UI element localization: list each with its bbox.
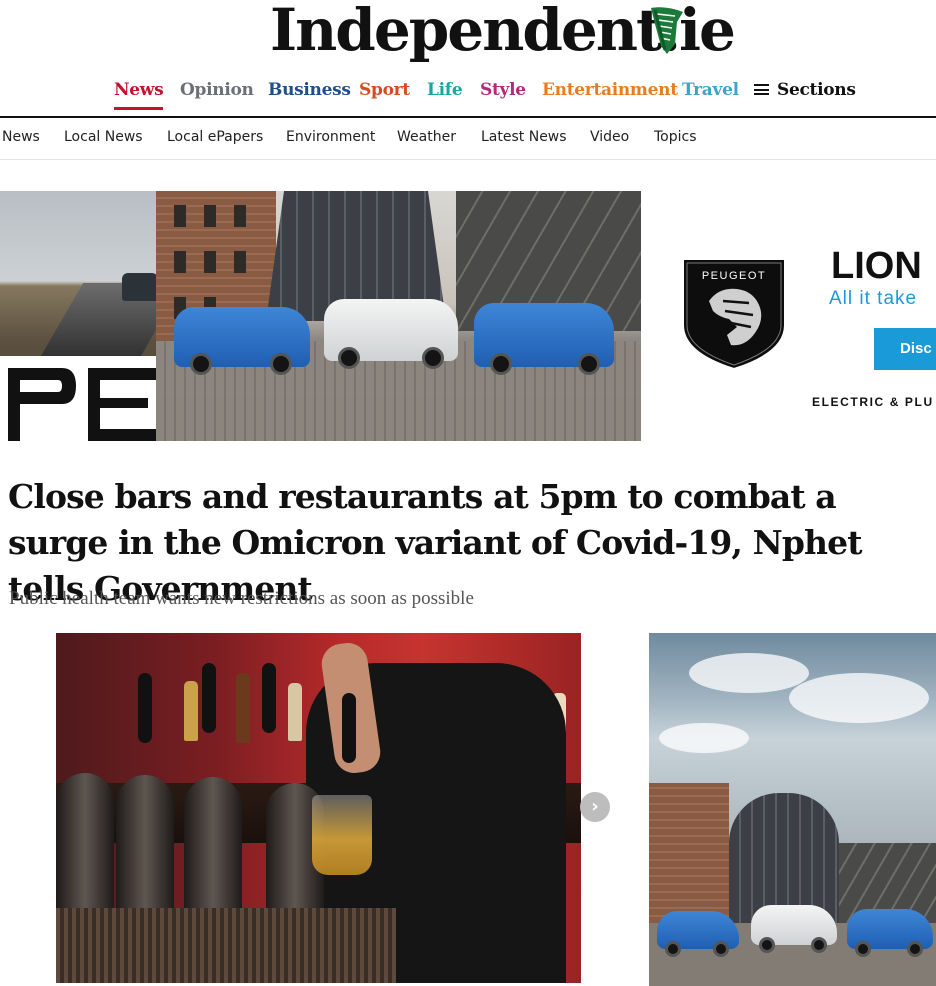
hamburger-icon — [754, 84, 769, 95]
secondary-nav: News Local News Local ePapers Environmen… — [0, 120, 936, 160]
chevron-right-icon[interactable]: › — [580, 792, 610, 822]
ad-discover-button[interactable]: Disc — [874, 328, 936, 370]
ad-banner[interactable]: PEUGEOT LION All it take Disc ELECTRIC &… — [0, 191, 936, 441]
nav-travel[interactable]: Travel — [682, 80, 739, 100]
harp-icon — [651, 7, 683, 55]
article-lead-image[interactable] — [56, 633, 581, 983]
masthead: Independent.ie — [0, 0, 936, 70]
side-ad[interactable] — [649, 633, 936, 986]
sections-label: Sections — [777, 80, 856, 100]
ad-big-letters — [0, 356, 156, 441]
subnav-latest-news[interactable]: Latest News — [481, 129, 567, 145]
nav-life[interactable]: Life — [427, 80, 463, 100]
nav-entertainment[interactable]: Entertainment — [542, 80, 678, 100]
subnav-environment[interactable]: Environment — [286, 129, 375, 145]
ad-tagline: ELECTRIC & PLU — [812, 395, 934, 409]
subnav-local-news[interactable]: Local News — [64, 129, 143, 145]
ad-title: LION — [831, 245, 922, 287]
subnav-video[interactable]: Video — [590, 129, 629, 145]
nav-sport[interactable]: Sport — [359, 80, 410, 100]
nav-news[interactable]: News — [114, 80, 164, 110]
ad-road-image — [0, 191, 156, 441]
subnav-weather[interactable]: Weather — [397, 129, 456, 145]
article-standfirst: Public health team wants new restriction… — [9, 588, 474, 609]
subnav-news[interactable]: News — [2, 129, 40, 145]
ad-showroom-image — [156, 191, 641, 441]
subnav-local-epapers[interactable]: Local ePapers — [167, 129, 263, 145]
sections-menu-button[interactable]: Sections — [754, 80, 856, 100]
primary-nav: News Opinion Business Sport Life Style E… — [0, 72, 936, 118]
peugeot-lion-logo: PEUGEOT — [682, 258, 786, 371]
subnav-topics[interactable]: Topics — [654, 129, 697, 145]
nav-business[interactable]: Business — [268, 80, 351, 100]
peugeot-brand-text: PEUGEOT — [702, 270, 766, 282]
nav-style[interactable]: Style — [480, 80, 526, 100]
ad-subtitle: All it take — [829, 288, 918, 309]
nav-opinion[interactable]: Opinion — [180, 80, 254, 100]
ad-brand-panel: PEUGEOT LION All it take Disc ELECTRIC &… — [641, 191, 936, 441]
